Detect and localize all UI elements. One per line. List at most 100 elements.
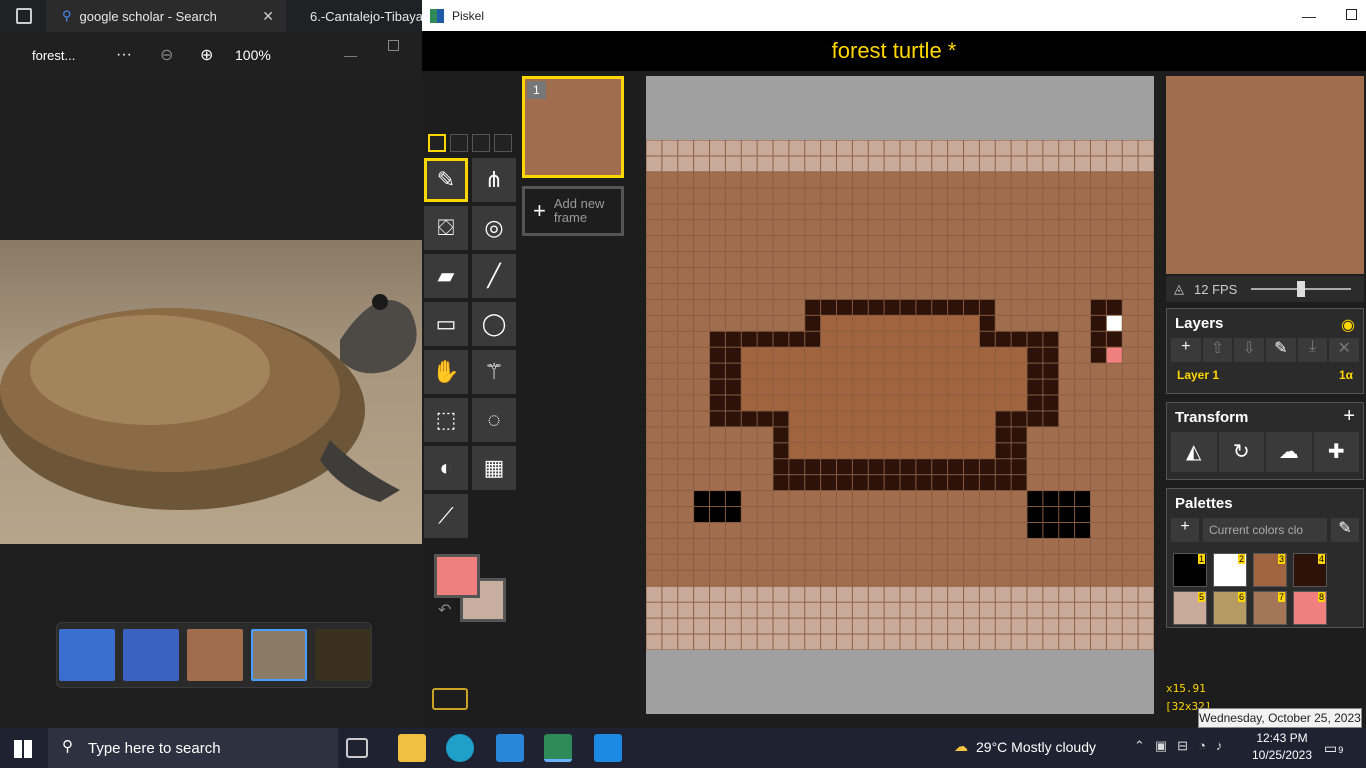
tab-label: 6.-Cantalejo-Tibaya [310, 8, 422, 24]
notifications-icon[interactable]: ▭9 [1324, 740, 1343, 757]
lasso-select-tool[interactable]: ◌ [472, 398, 516, 442]
move-tool[interactable]: ✋ [424, 350, 468, 394]
swatch-number: 8 [1317, 592, 1325, 602]
palette-swatch[interactable]: 6 [1213, 591, 1247, 625]
palette-swatch[interactable]: 2 [1213, 553, 1247, 587]
lighten-icon: ◐ [439, 455, 453, 480]
circle-tool[interactable]: ◯ [472, 302, 516, 346]
target-icon: ◎ [484, 215, 504, 240]
fps-slider-handle[interactable] [1297, 281, 1306, 297]
transform-panel: Transform + ◭ ↻ ☁ ✚ [1166, 402, 1364, 480]
pen-size-4[interactable] [494, 134, 512, 152]
date-tooltip: Wednesday, October 25, 2023 [1198, 708, 1362, 728]
stroke-tool[interactable]: ╱ [472, 254, 516, 298]
more-icon[interactable]: ··· [116, 46, 132, 64]
frame-number: 1 [527, 81, 546, 99]
rectangle-select-tool[interactable]: ⬚ [424, 398, 468, 442]
keyboard-icon[interactable] [432, 688, 468, 710]
drawing-area[interactable] [646, 76, 1154, 714]
palette-swatch[interactable]: 3 [1253, 553, 1287, 587]
edge-icon[interactable] [446, 734, 474, 762]
add-palette-icon[interactable]: + [1171, 518, 1199, 542]
layer-row[interactable]: Layer 1 1α [1167, 362, 1363, 388]
thumbnail-turtle[interactable] [251, 629, 307, 681]
color-picker-tool[interactable]: ⟋ [424, 494, 468, 538]
frame-thumbnail[interactable]: 1 [522, 76, 624, 178]
delete-layer-icon[interactable]: ✕ [1329, 338, 1360, 362]
turtle-illustration [0, 294, 417, 510]
same-color-bucket-tool[interactable]: ◎ [472, 206, 516, 250]
minimize-icon[interactable]: — [1302, 8, 1316, 24]
add-layer-icon[interactable]: + [1171, 338, 1201, 362]
thumbnail-eagle[interactable] [315, 629, 371, 681]
merge-layer-icon[interactable]: ⤓ [1297, 338, 1328, 362]
tab-actions-icon[interactable] [16, 8, 32, 24]
pen-tool[interactable]: ✎ [424, 158, 468, 202]
dithering-tool[interactable]: ▦ [472, 446, 516, 490]
eraser-tool[interactable]: ▰ [424, 254, 468, 298]
taskbar-search[interactable]: ⚲ Type here to search [48, 728, 338, 768]
primary-color[interactable] [434, 554, 480, 598]
vscode-icon[interactable] [496, 734, 524, 762]
cursor-coordinates: x15.91 [1166, 682, 1206, 695]
tab-document[interactable]: 6.-Cantalejo-Tibaya [290, 0, 422, 32]
palette-swatch[interactable]: 4 [1293, 553, 1327, 587]
task-view-icon[interactable] [346, 738, 368, 758]
eye-icon[interactable]: ◉ [1341, 315, 1355, 335]
center-icon[interactable]: ✚ [1313, 432, 1359, 472]
onion-skin-icon[interactable]: ◬ [1174, 281, 1184, 297]
rectangle-tool[interactable]: ▭ [424, 302, 468, 346]
swap-colors-icon[interactable]: ↶ [438, 600, 451, 620]
sprite-canvas[interactable] [646, 140, 1154, 650]
palette-select[interactable]: Current colors clo [1203, 518, 1327, 542]
close-tab-icon[interactable]: ✕ [262, 8, 274, 25]
project-header: forest turtle * [422, 31, 1366, 71]
file-explorer-icon[interactable] [398, 734, 426, 762]
photos-icon[interactable] [594, 734, 622, 762]
rename-layer-icon[interactable]: ✎ [1266, 338, 1296, 362]
tab-google-scholar[interactable]: ⚲ google scholar - Search ✕ [46, 0, 286, 32]
pen-size-1[interactable] [428, 134, 446, 152]
palette-swatch[interactable]: 8 [1293, 591, 1327, 625]
fps-slider[interactable] [1251, 281, 1352, 297]
search-icon: ⚲ [62, 8, 72, 23]
clock[interactable]: 12:43 PM 10/25/2023 [1250, 731, 1314, 762]
mirror-pen-tool[interactable]: ⋔ [472, 158, 516, 202]
thumbnail-cockatoo[interactable] [59, 629, 115, 681]
move-layer-down-icon[interactable]: ⇩ [1234, 338, 1265, 362]
project-title[interactable]: forest turtle * [832, 38, 957, 64]
palette-toolbar: + Current colors clo ✎ [1167, 518, 1363, 542]
palettes-title: Palettes [1175, 495, 1233, 512]
add-frame-button[interactable]: + Add new frame [522, 186, 624, 236]
palette-swatch[interactable]: 5 [1173, 591, 1207, 625]
rect-select-icon: ⬚ [435, 407, 457, 432]
zoom-out-icon[interactable]: ⊖ [160, 45, 173, 65]
thumbnail-bird[interactable] [123, 629, 179, 681]
layer-alpha[interactable]: 1α [1339, 368, 1353, 382]
tray-icons[interactable]: ⌃▣⊟◔♪ [1134, 738, 1232, 754]
edit-palette-icon[interactable]: ✎ [1331, 518, 1359, 542]
minimize-icon[interactable]: — [344, 48, 357, 63]
flip-icon[interactable]: ◭ [1171, 432, 1217, 472]
palette-swatch[interactable]: 7 [1253, 591, 1287, 625]
clone-sheep-icon[interactable]: ☁ [1266, 432, 1312, 472]
palette-swatch[interactable]: 1 [1173, 553, 1207, 587]
paint-bucket-tool[interactable]: ⛋ [424, 206, 468, 250]
plus-icon[interactable]: + [1343, 405, 1355, 428]
maximize-icon[interactable] [388, 40, 399, 51]
zoom-in-icon[interactable]: ⊕ [200, 45, 213, 65]
layers-panel: Layers ◉ + ⇧ ⇩ ✎ ⤓ ✕ Layer 1 1α [1166, 308, 1364, 394]
piskel-taskbar-icon[interactable] [544, 734, 572, 762]
rotate-icon[interactable]: ↻ [1218, 432, 1264, 472]
windows-start-icon[interactable] [14, 740, 32, 758]
layer-name: Layer 1 [1177, 368, 1220, 382]
lighten-tool[interactable]: ◐ [424, 446, 468, 490]
pen-size-3[interactable] [472, 134, 490, 152]
magic-wand-tool[interactable]: ⚚ [472, 350, 516, 394]
maximize-icon[interactable] [1346, 9, 1357, 20]
move-layer-up-icon[interactable]: ⇧ [1202, 338, 1233, 362]
weather[interactable]: ☁ 29°C Mostly cloudy [954, 738, 1096, 755]
thumbnail-pixel-turtle[interactable] [187, 629, 243, 681]
swatch-number: 6 [1237, 592, 1245, 602]
pen-size-2[interactable] [450, 134, 468, 152]
